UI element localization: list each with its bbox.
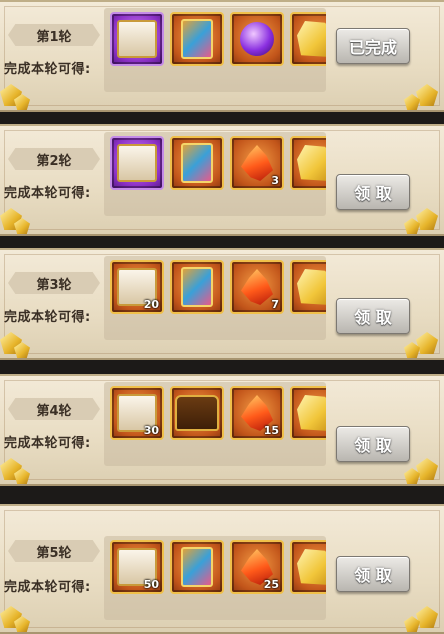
phoenix-feather-icon [241, 269, 273, 305]
hero-card-icon [181, 547, 213, 587]
reward-slot[interactable]: 25 [230, 540, 284, 594]
round-title: 第5轮 [8, 540, 100, 562]
claim-button[interactable]: 领 取 [336, 174, 410, 210]
hero-card-icon [181, 19, 213, 59]
reward-slot[interactable]: 7 [230, 260, 284, 314]
completed-button[interactable]: 已完成 [336, 28, 410, 64]
hero-card-icon [181, 143, 213, 183]
reward-slot[interactable] [110, 136, 164, 190]
rewards-strip: 30 15 [104, 382, 326, 466]
reward-slot[interactable] [230, 12, 284, 66]
round-title: 第4轮 [8, 398, 100, 420]
gold-crystal-decoration-icon [416, 332, 438, 354]
claim-button[interactable]: 领 取 [336, 556, 410, 592]
treasure-chest-icon [175, 395, 219, 431]
reward-slot[interactable] [290, 12, 326, 66]
reward-slot[interactable] [290, 136, 326, 190]
gold-crystal-decoration-icon [416, 606, 438, 628]
gold-crystal-icon [297, 21, 326, 57]
gold-crystal-decoration-icon [416, 458, 438, 480]
reward-count: 7 [271, 298, 279, 311]
gold-crystal-icon [297, 549, 326, 585]
gold-crystal-icon [297, 395, 326, 431]
gold-crystal-decoration-icon [416, 208, 438, 230]
round-panel-1: 第1轮 完成本轮可得: 已完成 [0, 0, 444, 112]
claim-button[interactable]: 领 取 [336, 426, 410, 462]
reward-slot[interactable] [290, 386, 326, 440]
silver-chest-icon [117, 144, 157, 182]
rewards-strip: 3 [104, 132, 326, 216]
round-panel-3: 第3轮 完成本轮可得: 20 7 领 取 [0, 248, 444, 360]
round-title: 第3轮 [8, 272, 100, 294]
round-panel-2: 第2轮 完成本轮可得: 3 领 取 [0, 124, 444, 236]
reward-count: 25 [263, 578, 279, 591]
reward-count: 3 [271, 174, 279, 187]
reward-slot[interactable]: 15 [230, 386, 284, 440]
round-title: 第1轮 [8, 24, 100, 46]
round-panel-5: 第5轮 完成本轮可得: 50 25 领 取 [0, 504, 444, 634]
reward-slot[interactable] [290, 540, 326, 594]
silver-chest-icon [117, 20, 157, 58]
reward-slot[interactable] [170, 136, 224, 190]
gold-crystal-decoration-icon [416, 84, 438, 106]
gold-crystal-icon [297, 145, 326, 181]
reward-slot[interactable]: 50 [110, 540, 164, 594]
reward-count: 15 [263, 424, 279, 437]
reward-slot[interactable]: 3 [230, 136, 284, 190]
hero-card-icon [181, 267, 213, 307]
reward-slot[interactable]: 20 [110, 260, 164, 314]
gold-crystal-icon [297, 269, 326, 305]
reward-count: 20 [143, 298, 159, 311]
phoenix-feather-icon [241, 145, 273, 181]
reward-slot[interactable] [170, 260, 224, 314]
purple-orb-icon [240, 22, 274, 56]
rewards-strip [104, 8, 326, 92]
rewards-strip: 50 25 [104, 536, 326, 620]
reward-slot[interactable] [290, 260, 326, 314]
reward-label: 完成本轮可得: [4, 310, 91, 325]
round-panel-4: 第4轮 完成本轮可得: 30 15 领 取 [0, 374, 444, 486]
reward-label: 完成本轮可得: [4, 62, 91, 77]
claim-button[interactable]: 领 取 [336, 298, 410, 334]
rewards-strip: 20 7 [104, 256, 326, 340]
reward-slot[interactable] [110, 12, 164, 66]
reward-slot[interactable] [170, 12, 224, 66]
reward-label: 完成本轮可得: [4, 436, 91, 451]
reward-slot[interactable]: 30 [110, 386, 164, 440]
reward-slot[interactable] [170, 386, 224, 440]
reward-slot[interactable] [170, 540, 224, 594]
reward-count: 50 [143, 578, 159, 591]
reward-label: 完成本轮可得: [4, 186, 91, 201]
reward-count: 30 [143, 424, 159, 437]
round-title: 第2轮 [8, 148, 100, 170]
reward-label: 完成本轮可得: [4, 580, 91, 595]
